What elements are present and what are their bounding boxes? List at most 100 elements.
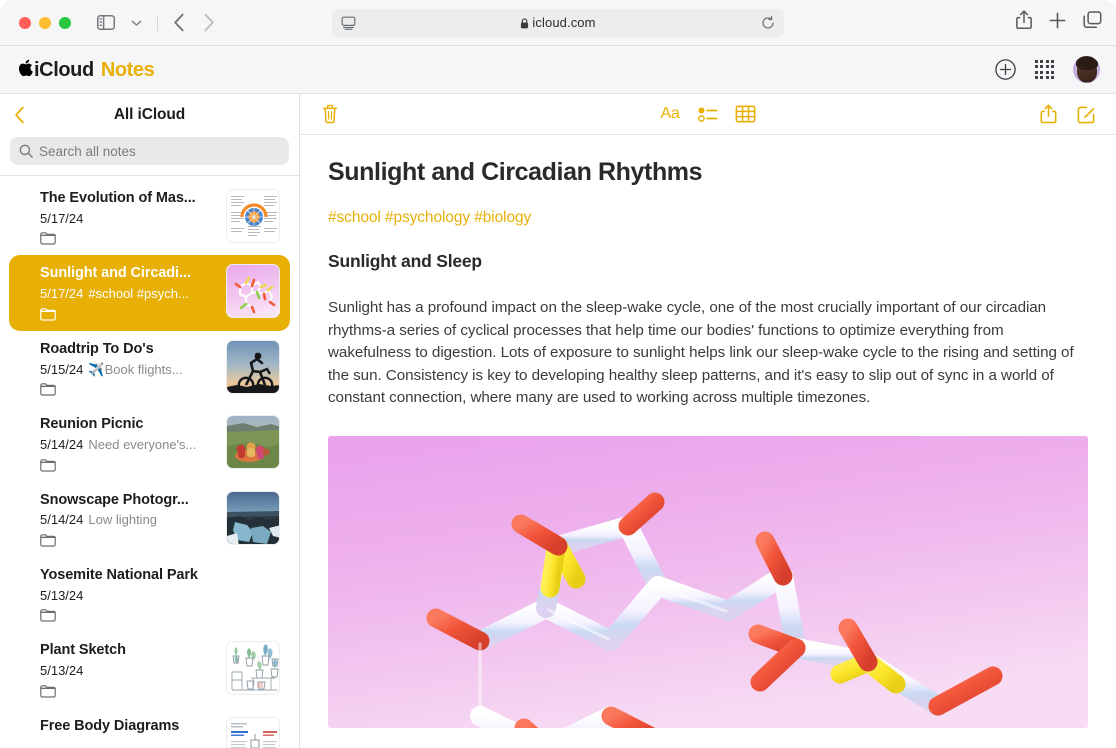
brand-icloud-label: iCloud — [34, 59, 94, 82]
airplane-icon: ✈️ — [88, 362, 104, 377]
note-snippet: Need everyone's... — [88, 437, 196, 452]
share-icon[interactable] — [1040, 104, 1057, 124]
circle-plus-icon[interactable] — [995, 59, 1016, 80]
folder-icon — [40, 609, 280, 622]
note-subheading: Sunlight and Sleep — [328, 251, 1086, 272]
app-grid-icon[interactable] — [1035, 60, 1054, 79]
note-thumbnail — [226, 641, 280, 695]
apple-logo-icon — [18, 59, 33, 83]
list-item[interactable]: Snowscape Photogr... 5/14/24 Low lighting — [9, 482, 290, 557]
note-paragraph: Sunlight has a profound impact on the sl… — [328, 297, 1083, 410]
list-item[interactable]: The Evolution of Mas... 5/17/24 — [9, 180, 290, 255]
list-item[interactable]: Reunion Picnic 5/14/24 Need everyone's... — [9, 406, 290, 481]
note-title: Reunion Picnic — [40, 415, 216, 434]
list-item[interactable]: Yosemite National Park 5/13/24 — [9, 557, 290, 632]
icloud-app-bar: iCloud Notes — [0, 46, 1116, 94]
editor-toolbar: Aa — [300, 94, 1116, 135]
note-attached-image[interactable] — [328, 436, 1088, 728]
browser-actions — [1016, 10, 1102, 35]
forward-chevron-icon[interactable] — [196, 10, 222, 36]
reload-icon[interactable] — [761, 16, 775, 30]
note-editor: Aa — [300, 94, 1116, 748]
note-thumbnail — [226, 415, 280, 469]
note-meta: 5/17/24 #school #psych... — [40, 285, 216, 303]
tab-overview-icon[interactable] — [1083, 11, 1102, 34]
table-icon[interactable] — [735, 105, 755, 123]
folder-icon — [40, 685, 216, 698]
note-heading: Sunlight and Circadian Rhythms — [328, 157, 1086, 187]
note-thumbnail — [226, 717, 280, 748]
folder-icon — [40, 459, 216, 472]
note-date: 5/14/24 — [40, 512, 83, 527]
editor-actions — [1040, 104, 1096, 124]
note-meta: 5/13/24 — [40, 662, 216, 680]
note-thumbnail — [226, 491, 280, 545]
list-item[interactable]: Plant Sketch 5/13/24 — [9, 632, 290, 707]
chevron-down-icon[interactable] — [123, 10, 149, 36]
sidebar-toggle-icon[interactable] — [93, 10, 119, 36]
search-box[interactable] — [10, 137, 289, 165]
search-icon — [19, 144, 33, 158]
note-date: 5/14/24 — [40, 437, 83, 452]
toolbar-divider — [157, 15, 158, 31]
checklist-icon[interactable] — [697, 106, 717, 123]
format-text-button[interactable]: Aa — [661, 106, 680, 122]
note-date: 5/13/24 — [40, 663, 83, 678]
note-date: 5/17/24 — [40, 211, 83, 226]
note-title: Snowscape Photogr... — [40, 491, 216, 510]
list-item[interactable]: Sunlight and Circadi... 5/17/24 #school #… — [9, 255, 290, 330]
folder-icon — [40, 383, 216, 396]
list-item[interactable]: Roadtrip To Do's 5/15/24✈️Book flights..… — [9, 331, 290, 406]
notes-sidebar: All iCloud The — [0, 94, 300, 748]
trash-icon[interactable] — [322, 104, 338, 124]
brand-app-label: Notes — [101, 59, 155, 82]
note-title: Plant Sketch — [40, 641, 216, 660]
note-thumbnail — [226, 189, 280, 243]
reader-view-icon[interactable] — [341, 16, 356, 30]
note-meta: 5/17/24 — [40, 210, 216, 228]
note-list[interactable]: The Evolution of Mas... 5/17/24 — [0, 176, 299, 748]
note-title: Sunlight and Circadi... — [40, 264, 216, 283]
search-input[interactable] — [39, 144, 280, 159]
note-content[interactable]: Sunlight and Circadian Rhythms #school #… — [300, 135, 1116, 748]
folder-icon — [40, 232, 216, 245]
url-text-container: icloud.com — [332, 15, 784, 31]
browser-nav-group — [93, 10, 222, 36]
note-title: Roadtrip To Do's — [40, 340, 216, 359]
browser-toolbar: icloud.com — [0, 0, 1116, 46]
plus-icon[interactable] — [1049, 12, 1066, 34]
close-window-button[interactable] — [19, 17, 31, 29]
note-title: The Evolution of Mas... — [40, 189, 216, 208]
editor-format-tools: Aa — [661, 105, 756, 123]
address-bar[interactable]: icloud.com — [332, 9, 784, 37]
note-snippet: Low lighting — [88, 512, 157, 527]
user-avatar[interactable] — [1073, 56, 1100, 83]
compose-icon[interactable] — [1077, 105, 1096, 124]
note-date: 5/17/24 — [40, 286, 83, 301]
lock-icon — [520, 16, 529, 31]
icloud-brand[interactable]: iCloud Notes — [18, 58, 154, 82]
folder-icon — [40, 534, 216, 547]
note-meta: 5/14/24 Low lighting — [40, 511, 216, 529]
back-chevron-icon[interactable] — [166, 10, 192, 36]
note-thumbnail — [226, 264, 280, 318]
sidebar-header: All iCloud — [0, 94, 299, 135]
note-tags: #school #psych... — [88, 286, 188, 301]
window-controls — [19, 17, 71, 29]
note-thumbnail — [226, 340, 280, 394]
note-date: 5/15/24 — [40, 362, 83, 377]
share-icon[interactable] — [1016, 10, 1032, 35]
main-content: All iCloud The — [0, 94, 1116, 748]
url-hostname: icloud.com — [532, 15, 595, 30]
note-date: 5/13/24 — [40, 588, 83, 603]
sidebar-back-button[interactable] — [14, 106, 25, 124]
note-title: Yosemite National Park — [40, 566, 280, 585]
note-tag-line[interactable]: #school #psychology #biology — [328, 209, 1086, 227]
note-meta: 5/13/24 — [40, 587, 280, 605]
note-title: Free Body Diagrams — [40, 717, 216, 736]
list-item[interactable]: Free Body Diagrams — [9, 708, 290, 748]
minimize-window-button[interactable] — [39, 17, 51, 29]
maximize-window-button[interactable] — [59, 17, 71, 29]
browser-window: icloud.com — [0, 0, 1116, 748]
note-meta: 5/15/24✈️Book flights... — [40, 361, 216, 379]
